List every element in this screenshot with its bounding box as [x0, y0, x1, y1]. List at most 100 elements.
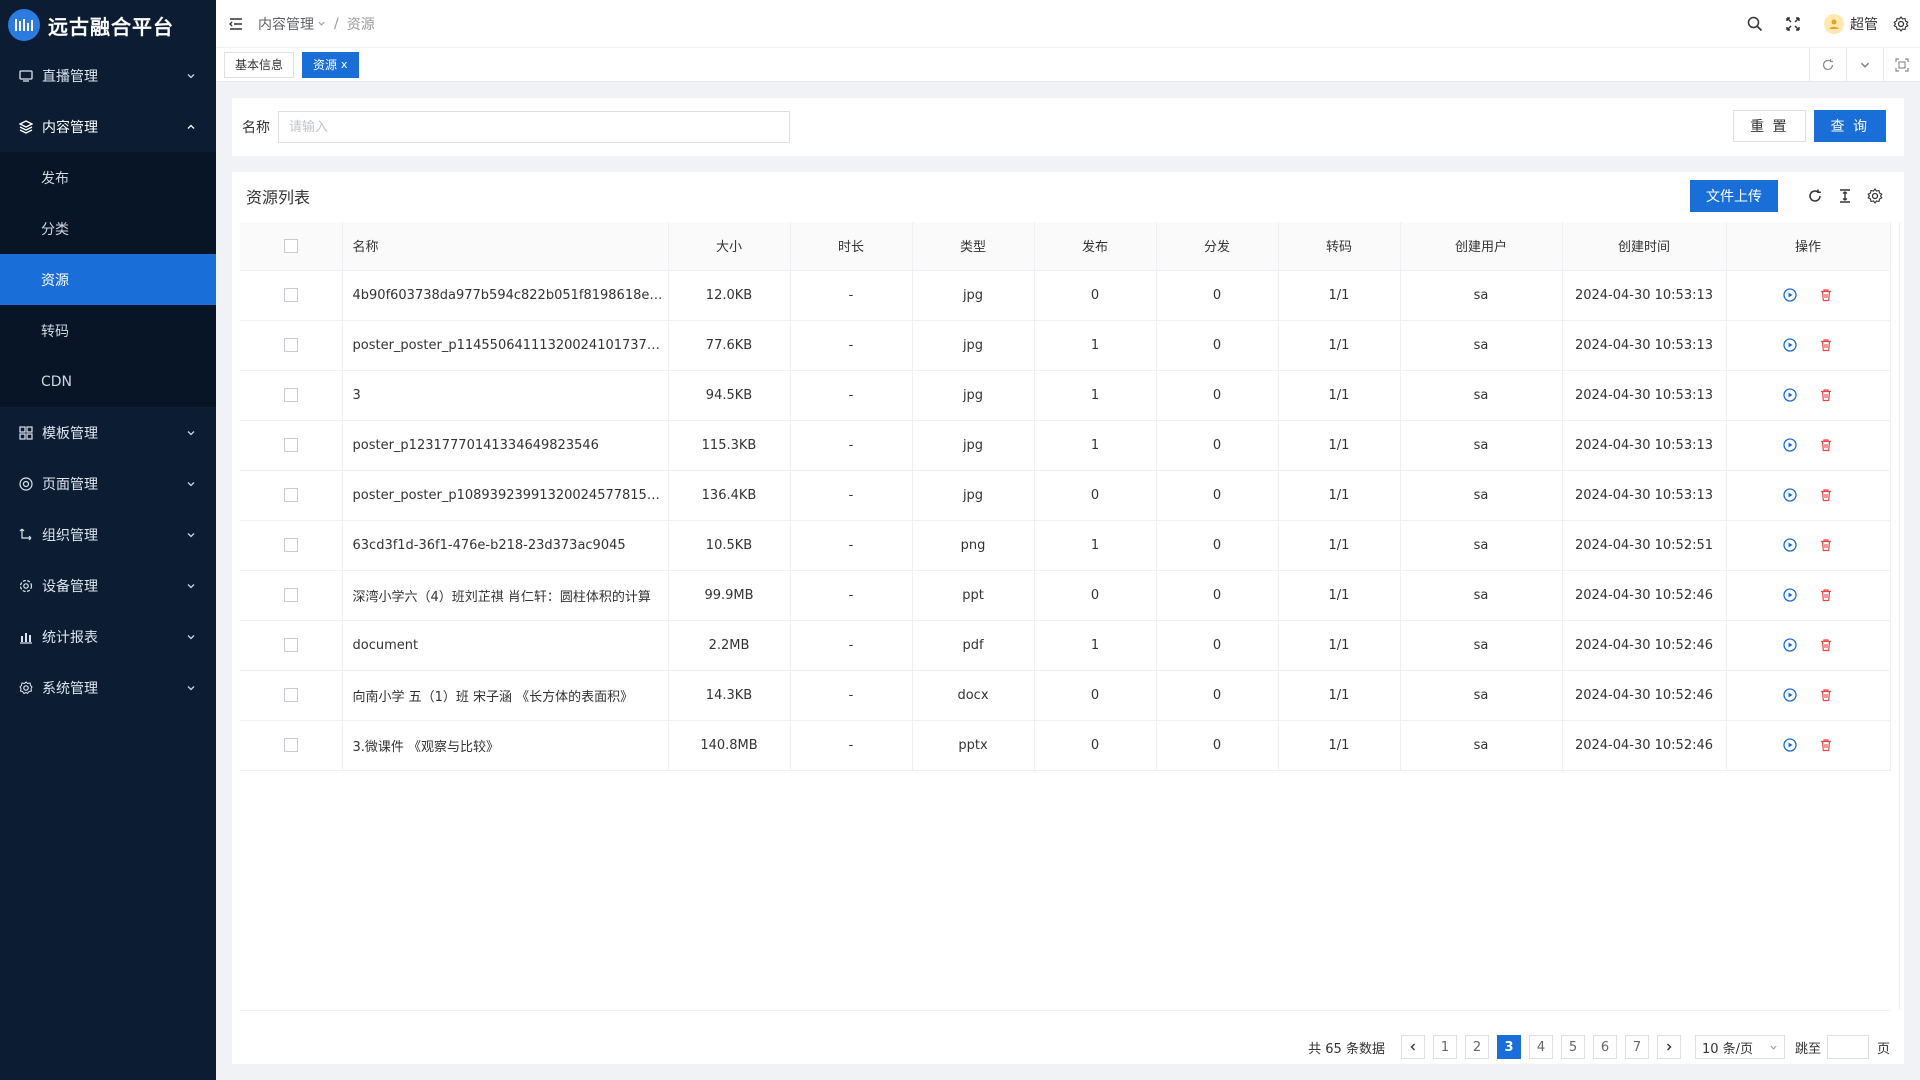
row-checkbox[interactable] — [283, 338, 298, 352]
delete-icon[interactable] — [1818, 487, 1834, 503]
sidebar: 远古融合平台 直播管理 内容管理 发布 分类 资源 转码 CDN 模板管理 页面… — [0, 0, 216, 1080]
gear-icon[interactable] — [1892, 15, 1910, 33]
delete-icon[interactable] — [1818, 537, 1834, 553]
table-row[interactable]: 4b90f603738da977b594c822b051f8198618e304… — [240, 270, 1891, 321]
column-header-size[interactable]: 大小 — [668, 222, 791, 271]
column-height-icon[interactable] — [1836, 187, 1854, 205]
play-icon[interactable] — [1782, 687, 1798, 703]
chevron-down-icon[interactable] — [317, 19, 326, 28]
play-icon[interactable] — [1782, 337, 1798, 353]
table-row[interactable]: 向南小学 五（1）班 宋子涵 《长方体的表面积》 14.3KB - docx 0 0 1/1… — [240, 670, 1891, 721]
menu-item-org[interactable]: 组织管理 — [0, 509, 216, 560]
sidebar-item-category[interactable]: 分类 — [0, 203, 216, 254]
page-button[interactable]: 2 — [1464, 1035, 1489, 1059]
delete-icon[interactable] — [1818, 687, 1834, 703]
sidebar-item-resources[interactable]: 资源 — [0, 254, 216, 305]
column-header-name[interactable]: 名称 — [342, 222, 669, 271]
column-header-type[interactable]: 类型 — [912, 222, 1035, 271]
name-search-input[interactable] — [278, 111, 790, 143]
delete-icon[interactable] — [1818, 737, 1834, 753]
menu-item-template[interactable]: 模板管理 — [0, 407, 216, 458]
menu-item-page[interactable]: 页面管理 — [0, 458, 216, 509]
row-checkbox[interactable] — [283, 488, 298, 502]
file-upload-button[interactable]: 文件上传 — [1690, 180, 1778, 212]
avatar[interactable] — [1824, 14, 1844, 34]
tab-basic-info[interactable]: 基本信息 — [224, 51, 295, 78]
play-icon[interactable] — [1782, 287, 1798, 303]
menu-item-device[interactable]: 设备管理 — [0, 560, 216, 611]
sidebar-item-publish[interactable]: 发布 — [0, 152, 216, 203]
table-row[interactable]: poster_p1231777014133464982354​6 115.3KB -… — [240, 420, 1891, 471]
play-icon[interactable] — [1782, 437, 1798, 453]
refresh-icon[interactable] — [1806, 187, 1824, 205]
page-size-select[interactable]: 10 条/页 — [1694, 1035, 1785, 1059]
menu-item-live[interactable]: 直播管理 — [0, 50, 216, 101]
username[interactable]: 超管 — [1850, 14, 1878, 34]
search-icon[interactable] — [1746, 15, 1764, 33]
page-button[interactable]: 4 — [1528, 1035, 1553, 1059]
play-icon[interactable] — [1782, 537, 1798, 553]
breadcrumb-item-content[interactable]: 内容管理 — [258, 14, 314, 34]
column-header-publish[interactable]: 发布 — [1034, 222, 1157, 271]
row-select-cell — [240, 670, 343, 721]
table-row[interactable]: poster_poster_p1089392399132002457781513… — [240, 470, 1891, 521]
tab-resources[interactable]: 资源 x — [302, 51, 359, 78]
row-select-cell — [240, 270, 343, 321]
column-header-transcode[interactable]: 转码 — [1278, 222, 1401, 271]
prev-page-button[interactable] — [1400, 1035, 1425, 1059]
chevron-down-icon[interactable] — [1846, 48, 1883, 81]
row-checkbox[interactable] — [283, 738, 298, 752]
row-checkbox[interactable] — [283, 538, 298, 552]
maximize-icon[interactable] — [1883, 48, 1920, 81]
delete-icon[interactable] — [1818, 637, 1834, 653]
column-header-duration[interactable]: 时长 — [790, 222, 913, 271]
table-row[interactable]: document 2.2MB - pdf 1 0 1/1 sa 2024-04-30 10:52… — [240, 620, 1891, 671]
row-checkbox[interactable] — [283, 388, 298, 402]
fullscreen-icon[interactable] — [1784, 15, 1802, 33]
menu-item-stats[interactable]: 统计报表 — [0, 611, 216, 662]
play-icon[interactable] — [1782, 637, 1798, 653]
column-header-distribute[interactable]: 分发 — [1156, 222, 1279, 271]
delete-icon[interactable] — [1818, 587, 1834, 603]
delete-icon[interactable] — [1818, 337, 1834, 353]
delete-icon[interactable] — [1818, 287, 1834, 303]
table-row[interactable]: 3 94.5KB - jpg 1 0 1/1 sa 2024-04-30 10:53:13 — [240, 370, 1891, 421]
column-header-creator[interactable]: 创建用户 — [1400, 222, 1563, 271]
page-button-current[interactable]: 3 — [1496, 1035, 1521, 1059]
row-checkbox[interactable] — [283, 638, 298, 652]
column-header-created-time[interactable]: 创建时间 — [1562, 222, 1727, 271]
sidebar-item-transcode[interactable]: 转码 — [0, 305, 216, 356]
play-icon[interactable] — [1782, 487, 1798, 503]
reset-button[interactable]: 重 置 — [1733, 110, 1806, 142]
table-scroll-track[interactable] — [1899, 222, 1900, 1010]
select-all-checkbox[interactable] — [283, 238, 298, 253]
table-row[interactable]: 3.微课件 《观察与比较》 140.8MB - pptx 0 0 1/1 sa 2024-04-… — [240, 720, 1891, 771]
menu-item-content[interactable]: 内容管理 — [0, 101, 216, 152]
close-icon[interactable]: x — [341, 58, 348, 71]
page-button[interactable]: 6 — [1592, 1035, 1617, 1059]
jump-page-input[interactable] — [1826, 1035, 1869, 1059]
row-checkbox[interactable] — [283, 688, 298, 702]
refresh-tab-icon[interactable] — [1809, 48, 1846, 81]
query-button[interactable]: 查 询 — [1813, 110, 1886, 142]
row-checkbox[interactable] — [283, 588, 298, 602]
next-page-button[interactable] — [1656, 1035, 1681, 1059]
sidebar-item-cdn[interactable]: CDN — [0, 356, 216, 407]
table-row[interactable]: 深湾小学六（4）班刘芷祺 肖仁轩：圆柱体积的计算 99.9MB - ppt 0 0 1/1 s… — [240, 570, 1891, 621]
table-row[interactable]: poster_poster_p1145506411132002410173713… — [240, 320, 1891, 371]
delete-icon[interactable] — [1818, 387, 1834, 403]
menu-fold-icon[interactable] — [228, 16, 244, 32]
page-button[interactable]: 7 — [1624, 1035, 1649, 1059]
play-icon[interactable] — [1782, 737, 1798, 753]
row-checkbox[interactable] — [283, 438, 298, 452]
play-icon[interactable] — [1782, 387, 1798, 403]
settings-icon[interactable] — [1866, 187, 1884, 205]
menu-item-system[interactable]: 系统管理 — [0, 662, 216, 713]
row-checkbox[interactable] — [283, 288, 298, 302]
page-button[interactable]: 1 — [1432, 1035, 1457, 1059]
play-icon[interactable] — [1782, 587, 1798, 603]
page-button[interactable]: 5 — [1560, 1035, 1585, 1059]
delete-icon[interactable] — [1818, 437, 1834, 453]
cell-creator: sa — [1400, 670, 1563, 721]
table-row[interactable]: 63cd3f1d-36f1-476e-b218-23d373ac9045 10.5… — [240, 520, 1891, 571]
